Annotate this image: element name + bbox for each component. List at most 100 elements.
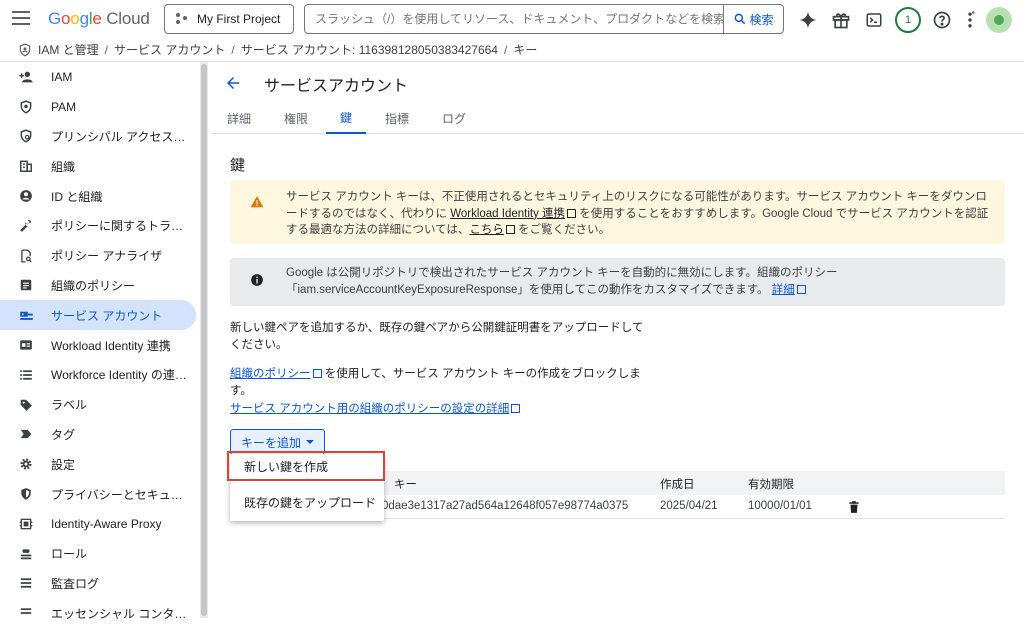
column-header-created[interactable]: 作成日	[660, 476, 695, 492]
building-icon	[18, 158, 34, 174]
org-policy-details-text: サービス アカウント用の組織のポリシーの設定の詳細	[230, 400, 521, 416]
column-header-expires[interactable]: 有効期限	[748, 476, 794, 492]
project-picker-button[interactable]: My First Project	[164, 4, 294, 34]
external-link-icon	[312, 369, 322, 378]
roles-icon	[18, 546, 34, 562]
warning-text: サービス アカウント キーは、不正使用されるとセキュリティ上のリスクになる可能性…	[286, 191, 989, 236]
expiry-date-cell: 10000/01/01	[748, 500, 812, 512]
breadcrumb-separator: /	[104, 42, 109, 57]
search-input[interactable]	[305, 5, 723, 33]
tab-keys[interactable]: 鍵	[326, 102, 366, 134]
help-icon[interactable]	[930, 8, 954, 32]
gear-icon	[18, 456, 34, 472]
sidebar-item-identity-org[interactable]: ID と組織	[0, 181, 200, 211]
tag-icon	[18, 426, 34, 442]
search-button[interactable]: 検索	[723, 5, 783, 33]
policy-shield-icon	[18, 128, 34, 144]
project-name: My First Project	[197, 12, 281, 26]
description-text: 新しい鍵ペアを追加するか、既存の鍵ペアから公開鍵証明書をアップロードしてください…	[230, 322, 644, 351]
sidebar-item-service-accounts[interactable]: サービス アカウント	[0, 300, 196, 331]
delete-icon[interactable]	[847, 499, 861, 515]
iam-icon	[19, 43, 31, 56]
sidebar-item-labels[interactable]: ラベル	[0, 390, 200, 420]
org-policy-link[interactable]: 組織のポリシー	[230, 368, 322, 380]
breadcrumb-keys: キー	[513, 43, 538, 57]
cloud-shell-icon[interactable]	[862, 8, 886, 32]
sidebar-item-workforce-identity[interactable]: Workforce Identity の連…	[0, 360, 200, 390]
tab-logs[interactable]: ログ	[442, 102, 466, 134]
workload-identity-link[interactable]: Workload Identity 連携	[450, 208, 577, 220]
breadcrumb-service-account[interactable]: サービス アカウント: 116398128050383427664	[241, 41, 498, 58]
sidebar-item-workload-identity[interactable]: Workload Identity 連携	[0, 330, 200, 360]
sidebar-item-roles[interactable]: ロール	[0, 539, 200, 569]
more-vert-icon[interactable]	[963, 8, 977, 32]
gemini-icon[interactable]	[796, 8, 820, 32]
google-cloud-logo[interactable]: Google Cloud	[48, 9, 150, 29]
wrench-icon	[18, 218, 34, 234]
key-id-cell: 0dae3e1317a27ad564a12648f057e98774a0375	[382, 500, 629, 512]
info-text: Google は公開リポジトリで検出されたサービス アカウント キーを自動的に無…	[286, 267, 838, 296]
account-circle-icon	[18, 188, 34, 204]
person-add-icon	[18, 69, 34, 85]
column-header-key[interactable]: キー	[394, 476, 417, 492]
sidebar-item-tags[interactable]: タグ	[0, 420, 200, 450]
service-account-icon	[18, 307, 34, 323]
sidebar-item-essential-contacts[interactable]: エッセンシャル コンタ…	[0, 598, 200, 628]
proxy-icon	[18, 516, 34, 532]
external-link-icon	[505, 225, 515, 234]
sidebar-item-org-policies[interactable]: 組織のポリシー	[0, 271, 200, 301]
scrollbar-thumb[interactable]	[201, 64, 207, 616]
sidebar-item-settings[interactable]: 設定	[0, 449, 200, 479]
info-details-link[interactable]: 詳細	[772, 284, 806, 296]
sidebar-item-iap[interactable]: Identity-Aware Proxy	[0, 509, 200, 539]
breadcrumb-iam[interactable]: IAM と管理	[38, 41, 99, 58]
search-icon	[735, 13, 746, 25]
tab-metrics[interactable]: 指標	[385, 102, 409, 134]
notifications-badge[interactable]: 1	[895, 7, 921, 33]
breadcrumb-separator: /	[231, 42, 235, 57]
sidebar-item-organization[interactable]: 組織	[0, 151, 200, 181]
org-policy-details-link[interactable]: サービス アカウント用の組織のポリシーの設定の詳細	[230, 403, 521, 415]
sidebar-item-audit-logs[interactable]: 監査ログ	[0, 569, 200, 599]
security-shield-icon	[18, 486, 34, 502]
breadcrumb-service-accounts[interactable]: サービス アカウント	[114, 41, 225, 58]
sidebar-item-privacy-security[interactable]: プライバシーとセキュ…	[0, 479, 200, 509]
menu-item-upload-existing-key[interactable]: 既存の鍵をアップロード	[230, 487, 384, 517]
sidebar: IAM PAM プリンシパル アクセス… 組織 ID と組織 ポリシーに関するト…	[0, 62, 200, 621]
tab-permissions[interactable]: 権限	[284, 102, 308, 134]
caret-down-icon	[306, 440, 314, 444]
main-menu-icon[interactable]	[12, 11, 30, 27]
external-link-icon	[567, 208, 577, 218]
back-arrow-icon[interactable]	[224, 74, 242, 92]
sidebar-item-iam[interactable]: IAM	[0, 62, 200, 92]
menu-item-create-new-key[interactable]: 新しい鍵を作成	[227, 451, 385, 481]
page-title: サービスアカウント	[264, 78, 409, 95]
search-bar: 検索	[304, 4, 784, 34]
gift-icon[interactable]	[829, 8, 853, 32]
add-key-menu: 新しい鍵を作成 既存の鍵をアップロード	[227, 451, 385, 521]
audit-log-icon	[18, 575, 34, 591]
shield-icon	[18, 99, 34, 115]
sidebar-scrollbar[interactable]	[200, 62, 208, 618]
learn-more-link[interactable]: こちら	[469, 224, 515, 236]
list-bullets-icon	[18, 367, 34, 383]
warning-icon	[250, 196, 264, 208]
label-icon	[18, 397, 34, 413]
project-icon	[175, 12, 189, 26]
warning-banner: サービス アカウント キーは、不正使用されるとセキュリティ上のリスクになる可能性…	[230, 180, 1005, 244]
sidebar-item-policy-troubleshooter[interactable]: ポリシーに関するトラ…	[0, 211, 200, 241]
info-icon	[251, 274, 263, 286]
external-link-icon	[796, 284, 806, 294]
info-banner: Google は公開リポジトリで検出されたサービス アカウント キーを自動的に無…	[230, 258, 1005, 306]
list-icon	[18, 277, 34, 293]
tab-details[interactable]: 詳細	[227, 102, 251, 134]
created-date-cell: 2025/04/21	[660, 500, 718, 512]
avatar[interactable]	[986, 7, 1012, 33]
external-link-icon	[511, 404, 521, 413]
sidebar-item-principal-access[interactable]: プリンシパル アクセス…	[0, 122, 200, 152]
sidebar-item-pam[interactable]: PAM	[0, 92, 200, 122]
section-title: 鍵	[230, 157, 246, 174]
main-content: サービスアカウント 詳細 権限 鍵 指標 ログ 鍵 サービス アカウント キーは…	[212, 62, 1024, 618]
sidebar-item-policy-analyzer[interactable]: ポリシー アナライザ	[0, 241, 200, 271]
badge-icon	[18, 337, 34, 353]
